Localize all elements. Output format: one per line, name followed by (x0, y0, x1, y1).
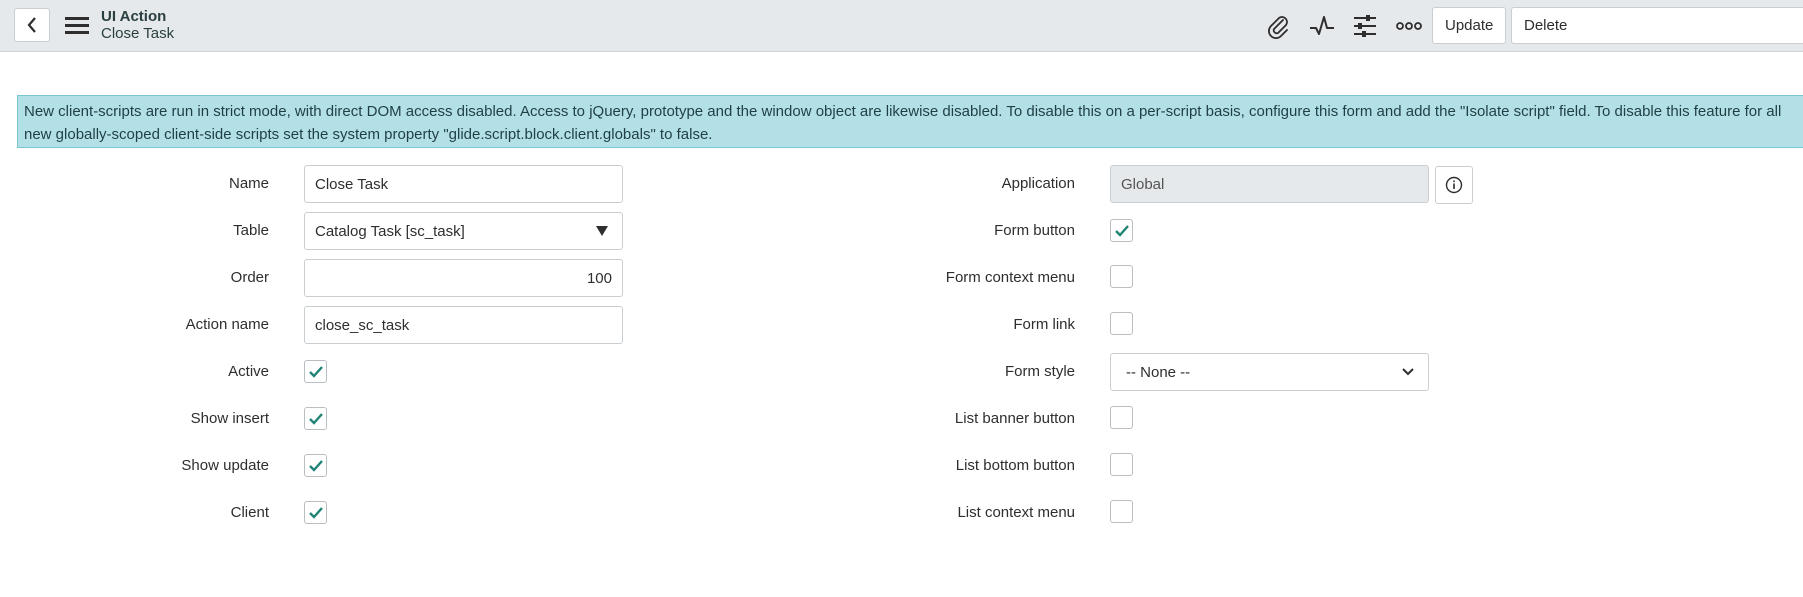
show-update-checkbox[interactable] (304, 454, 327, 477)
dropdown-arrow-icon (596, 226, 608, 236)
checkmark-icon (308, 365, 323, 378)
form-style-select[interactable]: -- None -- (1110, 353, 1429, 391)
name-field[interactable]: Close Task (304, 165, 623, 203)
list-bottom-button-label: List bottom button (955, 457, 1075, 474)
info-icon (1445, 176, 1463, 194)
active-label: Active (228, 363, 269, 380)
checkmark-icon (308, 459, 323, 472)
form-context-menu-checkbox[interactable] (1110, 265, 1133, 288)
activity-icon[interactable] (1308, 12, 1336, 40)
table-select-value: Catalog Task [sc_task] (315, 222, 465, 240)
back-arrow-icon (27, 17, 36, 33)
table-select[interactable]: Catalog Task [sc_task] (304, 212, 623, 250)
active-checkbox[interactable] (304, 360, 327, 383)
list-banner-button-label: List banner button (954, 410, 1075, 427)
show-insert-checkbox[interactable] (304, 407, 327, 430)
application-label: Application (1001, 175, 1075, 192)
name-label: Name (228, 175, 269, 192)
form-button-label: Form button (994, 222, 1075, 239)
back-button[interactable] (14, 8, 50, 42)
application-field: Global (1110, 165, 1429, 203)
more-options-icon[interactable] (1395, 12, 1423, 40)
paperclip-icon[interactable] (1264, 12, 1292, 40)
form-link-checkbox[interactable] (1110, 312, 1133, 335)
record-name-subtitle: Close Task (101, 25, 175, 42)
form-header: UI Action Close Task Update Delete (0, 0, 1803, 52)
list-bottom-button-checkbox[interactable] (1110, 453, 1133, 476)
list-context-menu-checkbox[interactable] (1110, 500, 1133, 523)
update-button[interactable]: Update (1432, 7, 1507, 44)
client-checkbox[interactable] (304, 501, 327, 524)
page-title: UI Action Close Task (101, 8, 174, 42)
order-label: Order (230, 269, 269, 286)
client-label: Client (230, 504, 269, 521)
show-insert-label: Show insert (190, 410, 269, 427)
delete-button[interactable]: Delete (1511, 7, 1803, 44)
form-style-select-value: -- None -- (1126, 363, 1191, 381)
checkmark-icon (308, 412, 323, 425)
show-update-label: Show update (181, 457, 269, 474)
strict-mode-notice: New client-scripts are run in strict mod… (17, 95, 1803, 148)
list-context-menu-label: List context menu (957, 504, 1075, 521)
form-button-checkbox[interactable] (1110, 219, 1133, 242)
table-label: Table (233, 222, 269, 239)
record-type-title: UI Action (101, 8, 167, 25)
action-name-label: Action name (185, 316, 269, 333)
form-context-menu-label: Form context menu (945, 269, 1075, 286)
list-banner-button-checkbox[interactable] (1110, 406, 1133, 429)
form-link-label: Form link (1013, 316, 1075, 333)
settings-sliders-icon[interactable] (1351, 12, 1379, 40)
hamburger-menu-icon[interactable] (64, 14, 90, 38)
form-style-label: Form style (1004, 363, 1075, 380)
checkmark-icon (308, 506, 323, 519)
application-info-button[interactable] (1435, 166, 1473, 204)
order-field[interactable]: 100 (304, 259, 623, 297)
chevron-down-icon (1402, 368, 1414, 376)
checkmark-icon (1114, 224, 1129, 237)
action-name-field[interactable]: close_sc_task (304, 306, 623, 344)
